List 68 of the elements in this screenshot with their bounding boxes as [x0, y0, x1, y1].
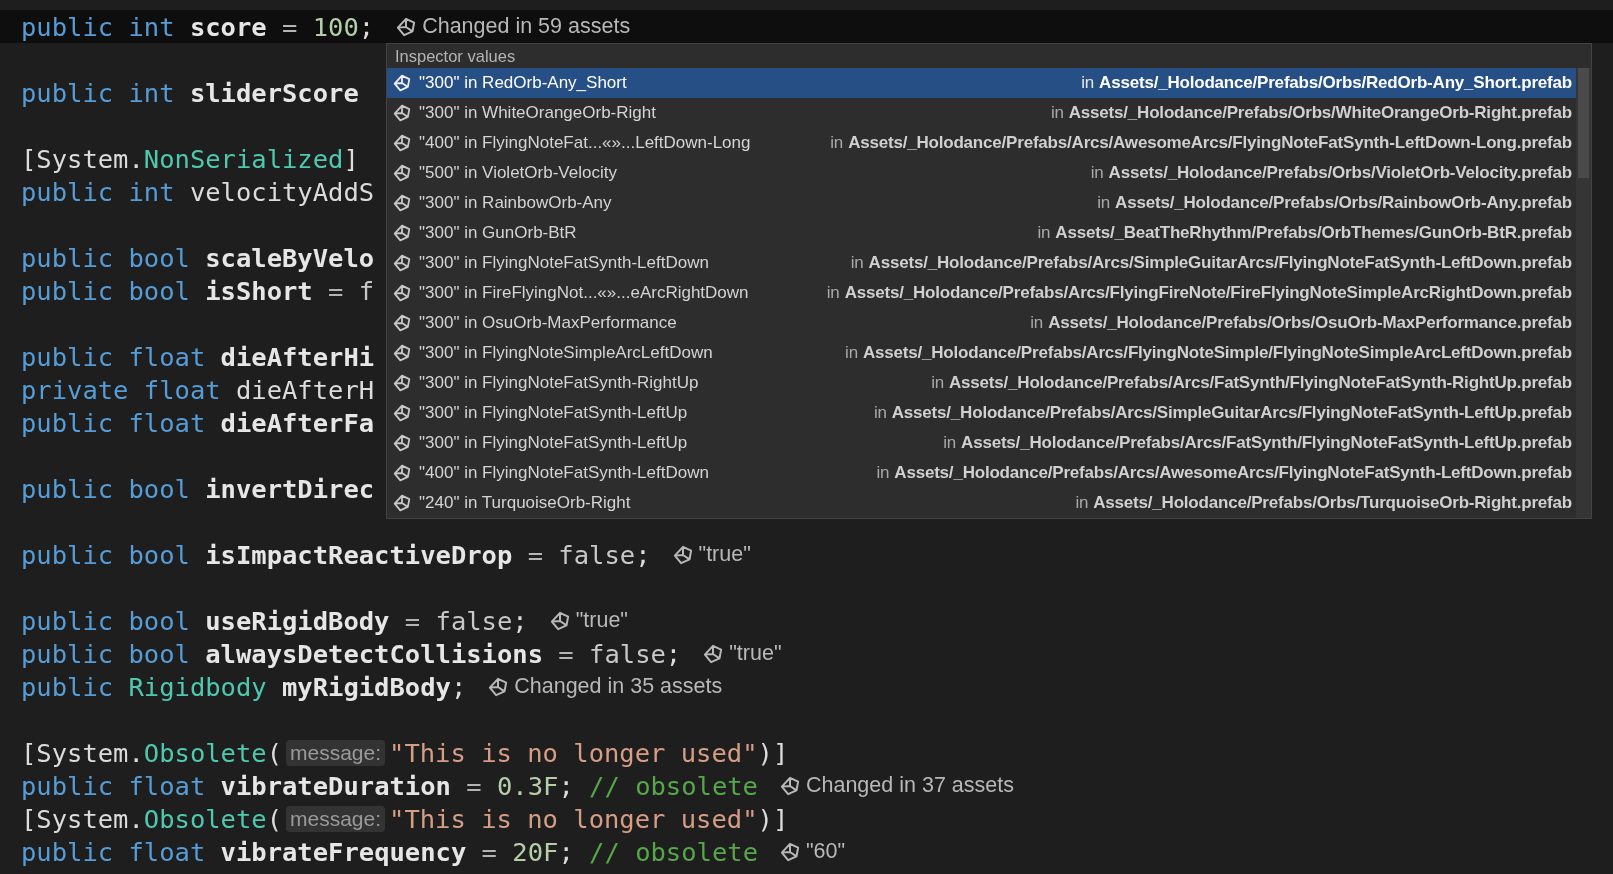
popup-item[interactable]: "300" in GunOrb-BtR in Assets/_BeatTheRhythm/Prefabs/OrbThemes/GunOrb-BtR.prefab: [387, 218, 1576, 248]
cube-icon: [393, 464, 411, 482]
code-text: public int velocityAddS: [21, 176, 375, 207]
parameter-hint: message:: [286, 739, 386, 766]
popup-item[interactable]: "300" in RedOrb-Any_Short in Assets/_Holodance/Prefabs/Orbs/RedOrb-Any_Short.prefab: [387, 68, 1576, 98]
popup-item[interactable]: "300" in FlyingNoteFatSynth-LeftDown in Assets/_Holodance/Prefabs/Arcs/SimpleGuitarArcs/FlyingNoteFatSynth-LeftDown.prefab: [387, 248, 1576, 278]
code-text: private float dieAfterH: [21, 374, 375, 405]
cube-icon: [393, 404, 411, 422]
code-text: public bool scaleByVelo: [21, 242, 375, 273]
code-text: public bool isShort = f: [21, 275, 375, 306]
cube-icon: [393, 254, 411, 272]
popup-item[interactable]: "300" in WhiteOrangeOrb-Right in Assets/_Holodance/Prefabs/Orbs/WhiteOrangeOrb-Right.prefab: [387, 98, 1576, 128]
cube-icon: [672, 544, 693, 565]
popup-item[interactable]: "300" in RainbowOrb-Any in Assets/_Holodance/Prefabs/Orbs/RainbowOrb-Any.prefab: [387, 188, 1576, 218]
cube-icon: [779, 775, 800, 796]
code-text: [System.Obsolete(: [21, 803, 282, 834]
code-text: public bool alwaysDetectCollisions = false;: [21, 638, 682, 669]
inspector-hint[interactable]: Changed in 35 assets: [514, 674, 723, 699]
code-text: public float dieAfterFa: [21, 407, 375, 438]
cube-icon: [393, 314, 411, 332]
code-text: "This is no longer used")]: [389, 803, 789, 834]
code-text: public float dieAfterHi: [21, 341, 375, 372]
code-text: [System.NonSerialized]: [21, 143, 359, 174]
cube-icon: [393, 284, 411, 302]
inspector-hint[interactable]: "60": [806, 839, 846, 864]
cube-icon: [393, 344, 411, 362]
cube-icon: [393, 224, 411, 242]
cube-icon: [393, 104, 411, 122]
code-text: public bool isImpactReactiveDrop = false;: [21, 539, 651, 570]
code-text: public bool invertDirec: [21, 473, 375, 504]
popup-title: Inspector values: [394, 46, 517, 67]
popup-item[interactable]: "400" in FlyingNoteFatSynth-LeftDown in Assets/_Holodance/Prefabs/Arcs/AwesomeArcs/FlyingNoteFatSynth-LeftDown.prefab: [387, 458, 1576, 488]
inspector-hint[interactable]: "true": [698, 542, 751, 567]
popup-item[interactable]: "300" in FireFlyingNot...«»...eArcRightDown in Assets/_Holodance/Prefabs/Arcs/FlyingFireNote/FireFlyingNoteSimpleArcRightDown.prefab: [387, 278, 1576, 308]
inspector-hint[interactable]: Changed in 37 assets: [805, 773, 1014, 798]
code-text: public Rigidbody myRigidBody;: [21, 671, 467, 702]
code-text: public int score = 100;: [21, 11, 375, 42]
cube-icon: [393, 194, 411, 212]
cube-icon: [780, 841, 800, 862]
code-text: public bool useRigidBody = false;: [21, 605, 528, 636]
scrollbar[interactable]: [1576, 68, 1591, 518]
popup-item[interactable]: "300" in FlyingNoteFatSynth-RightUp in Assets/_Holodance/Prefabs/Arcs/FatSynth/FlyingNoteFatSynth-RightUp.prefab: [387, 368, 1576, 398]
cube-icon: [393, 164, 411, 182]
cube-icon: [703, 643, 724, 664]
popup-item[interactable]: "300" in FlyingNoteFatSynth-LeftUp in Assets/_Holodance/Prefabs/Arcs/SimpleGuitarArcs/FlyingNoteFatSynth-LeftUp.prefab: [387, 398, 1576, 428]
cube-icon: [488, 676, 509, 697]
inspector-hint[interactable]: Changed in 59 assets: [422, 14, 631, 39]
popup-item[interactable]: "500" in VioletOrb-Velocity in Assets/_Holodance/Prefabs/Orbs/VioletOrb-Velocity.prefab: [387, 158, 1576, 188]
popup-item[interactable]: "300" in FlyingNoteSimpleArcLeftDown in Assets/_Holodance/Prefabs/Arcs/FlyingNoteSimple/FlyingNoteSimpleArcLeftDown.prefab: [387, 338, 1576, 368]
code-text: public float vibrateFrequency = 20F; // obsolete: [21, 836, 758, 867]
code-text: "This is no longer used")]: [389, 737, 789, 768]
popup-item[interactable]: "240" in TurquoiseOrb-Right in Assets/_Holodance/Prefabs/Orbs/TurquoiseOrb-Right.prefab: [387, 488, 1576, 518]
cube-icon: [396, 16, 417, 37]
cube-icon: [393, 134, 411, 152]
inspector-hint[interactable]: "true": [729, 641, 782, 666]
cube-icon: [393, 434, 411, 452]
inspector-hint[interactable]: "true": [575, 608, 628, 633]
parameter-hint: message:: [286, 805, 386, 832]
cube-icon: [393, 494, 411, 512]
code-text: [System.Obsolete(: [21, 737, 282, 768]
code-text: public float vibrateDuration = 0.3F; // obsolete: [21, 770, 758, 801]
popup-item[interactable]: "400" in FlyingNoteFat...«»...LeftDown-Long in Assets/_Holodance/Prefabs/Arcs/AwesomeArcs/FlyingNoteFatSynth-LeftDown-Long.prefab: [387, 128, 1576, 158]
code-text: public int sliderScore: [21, 77, 359, 108]
cube-icon: [549, 610, 570, 631]
popup-item[interactable]: "300" in FlyingNoteFatSynth-LeftUp in Assets/_Holodance/Prefabs/Arcs/FatSynth/FlyingNoteFatSynth-LeftUp.prefab: [387, 428, 1576, 458]
cube-icon: [393, 74, 411, 92]
cube-icon: [393, 374, 411, 392]
popup-item[interactable]: "300" in OsuOrb-MaxPerformance in Assets/_Holodance/Prefabs/Orbs/OsuOrb-MaxPerformance.prefab: [387, 308, 1576, 338]
